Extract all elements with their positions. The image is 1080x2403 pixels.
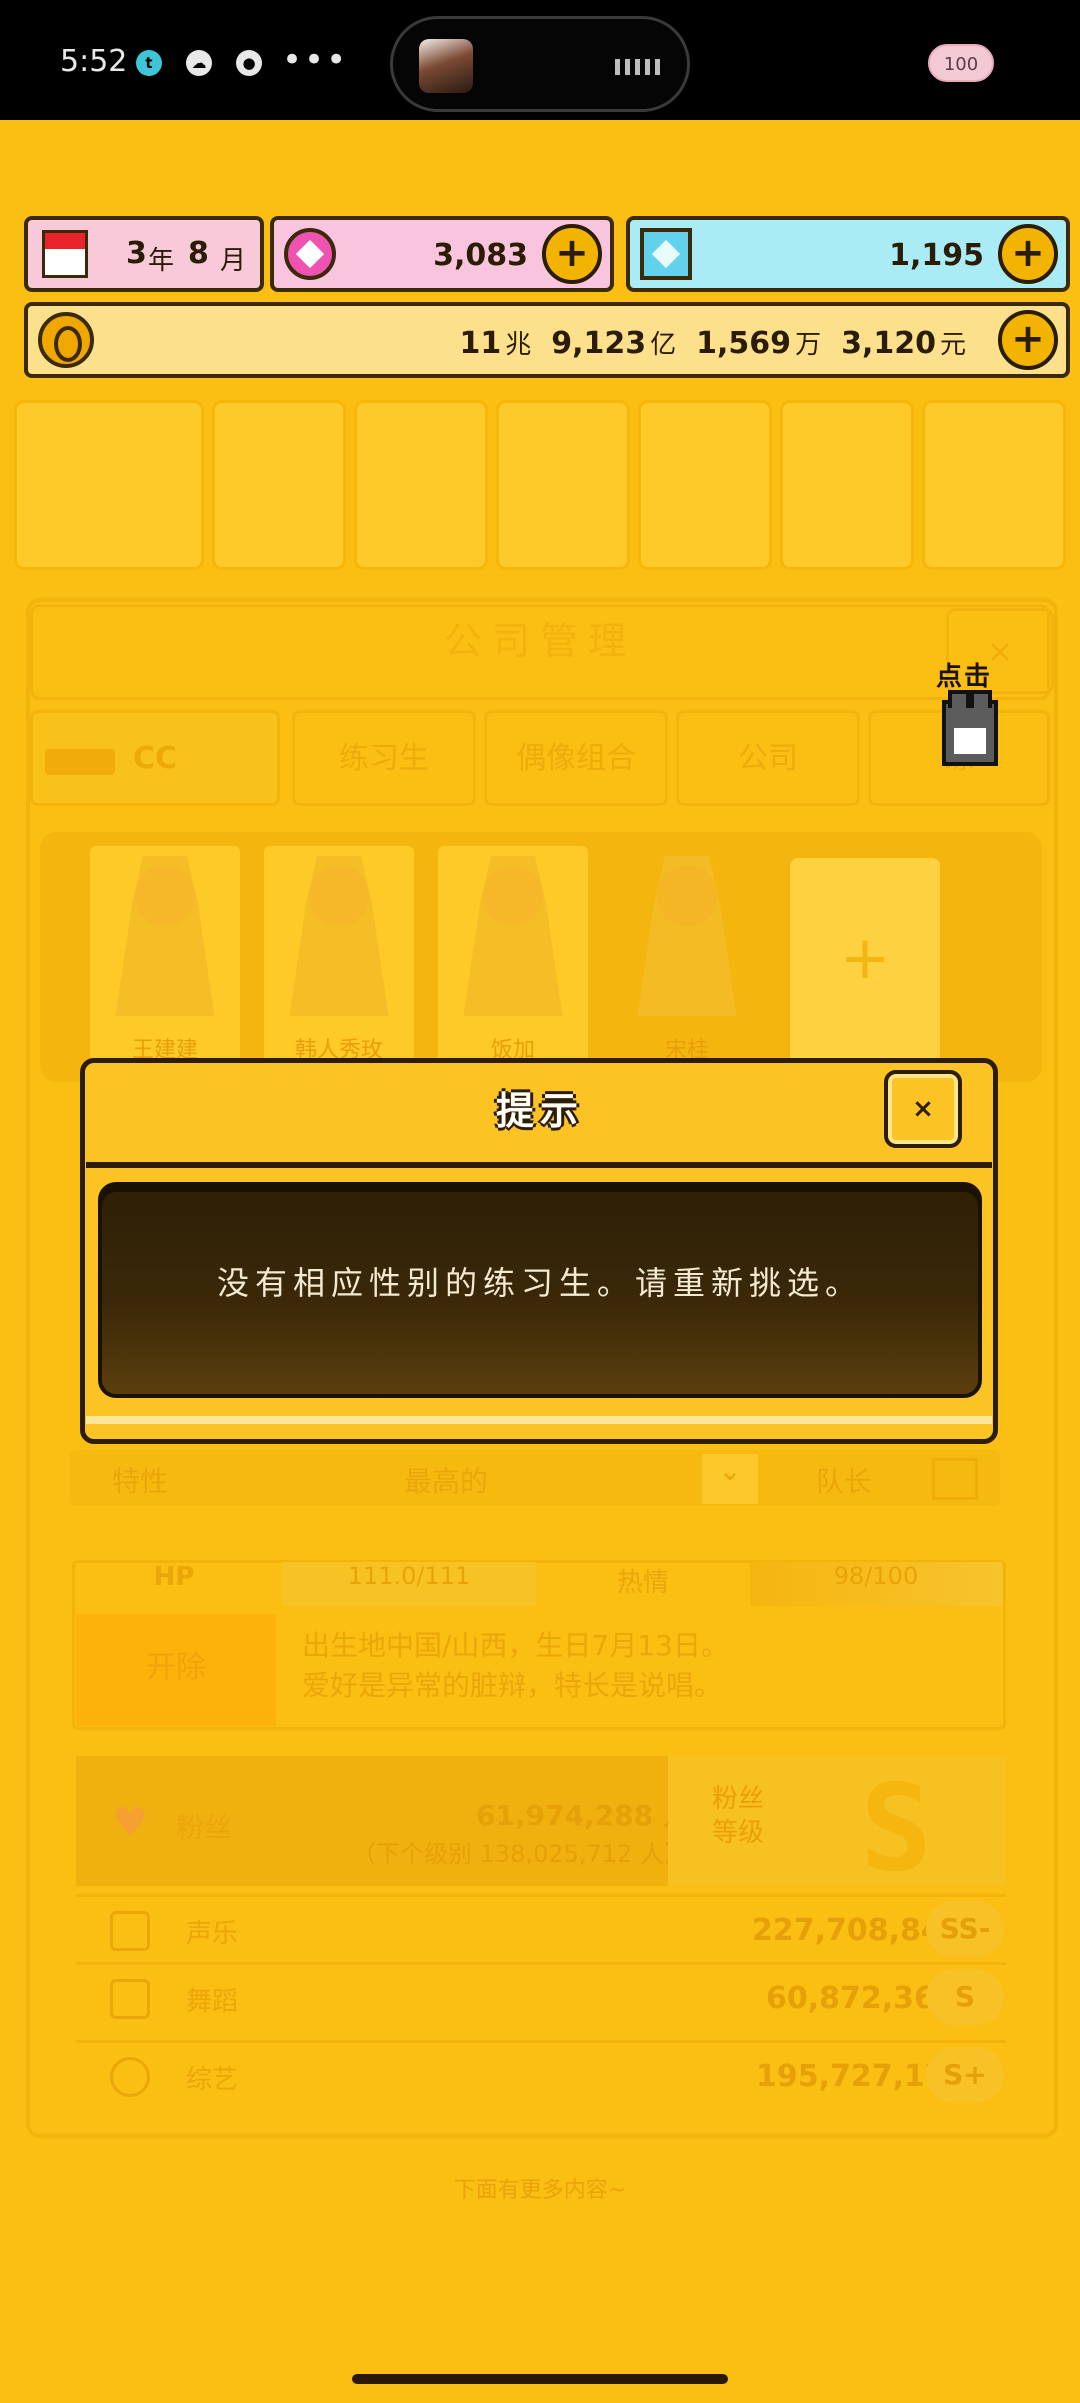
money-ten-thousand-unit: 万 xyxy=(795,330,822,360)
status-more-icon: ••• xyxy=(282,40,349,80)
menu-card xyxy=(212,400,346,570)
menu-card xyxy=(922,400,1066,570)
hp-value: 111.0/111 xyxy=(282,1562,536,1606)
date-year-unit: 年 xyxy=(148,246,175,276)
menu-card xyxy=(14,400,204,570)
skill-label: 声乐 xyxy=(186,1919,239,1949)
blue-diamond-icon xyxy=(640,228,692,280)
fans-value: 61,974,288 人 xyxy=(476,1799,691,1832)
dialog-close-button[interactable]: × xyxy=(884,1070,962,1148)
money-ones: 3,120 xyxy=(841,326,936,361)
fans-grade: S xyxy=(860,1760,933,1899)
add-diamond-button[interactable]: + xyxy=(998,224,1058,284)
money-trillion-unit: 兆 xyxy=(505,330,532,360)
skill-row: 综艺 195,727,179 S+ xyxy=(76,2040,1006,2108)
shoe-icon xyxy=(110,1979,150,2019)
tab-idol-groups: 偶像组合 xyxy=(484,710,668,806)
tab-company: 公司 xyxy=(676,710,860,806)
sort-value: 最高的 xyxy=(404,1465,489,1498)
cloud-icon: ☁ xyxy=(186,50,212,76)
skill-grade: S xyxy=(926,1969,1004,2025)
add-character-slot: + xyxy=(790,858,940,1068)
home-indicator[interactable] xyxy=(352,2374,728,2384)
character-slot: 宋桂 xyxy=(612,846,762,1066)
skill-label: 综艺 xyxy=(186,2065,239,2095)
gem-counter: 3,083 + xyxy=(270,216,614,292)
add-gem-button[interactable]: + xyxy=(542,224,602,284)
tab-bar: CC 练习生 偶像组合 公司 练 xyxy=(30,710,1050,810)
money-hundred-million-unit: 亿 xyxy=(650,330,677,360)
dynamic-island[interactable] xyxy=(390,16,690,112)
character-sprite xyxy=(289,856,389,1016)
hp-label: HP xyxy=(153,1562,195,1592)
status-time: 5:52 xyxy=(60,44,128,79)
menu-card xyxy=(496,400,630,570)
chevron-down-icon: ⌄ xyxy=(702,1454,758,1504)
music-cover-avatar xyxy=(419,39,473,93)
bio-line: 出生地中国/山西，生日7月13日。 xyxy=(302,1629,729,1662)
leader-checkbox xyxy=(932,1458,978,1500)
status-bar: 5:52 t ☁ ● ••• 100 xyxy=(0,0,1080,120)
menu-card xyxy=(354,400,488,570)
chat-icon: ● xyxy=(236,50,262,76)
date-month-unit: 月 xyxy=(220,246,247,276)
smile-icon xyxy=(110,2057,150,2097)
pink-gem-icon xyxy=(284,228,336,280)
cat-tap-label[interactable]: 点击 xyxy=(936,656,992,693)
coin-icon xyxy=(38,312,94,368)
date-month: 8 xyxy=(188,236,209,271)
heart-icon: ♥ xyxy=(112,1800,148,1846)
money-ones-unit: 元 xyxy=(939,330,966,360)
money-value: 11 兆 9,123 亿 1,569 万 3,120 元 xyxy=(459,324,966,361)
dialog-header-divider xyxy=(86,1162,992,1168)
cat-icon[interactable] xyxy=(942,690,998,766)
more-content-hint: 下面有更多内容~ xyxy=(453,2178,627,2203)
app-notification-icon: t xyxy=(136,50,162,76)
calendar-icon xyxy=(42,230,88,278)
fans-next-level: （下个级别 138,025,712 人） xyxy=(352,1840,688,1868)
character-sprite xyxy=(115,856,215,1016)
money-counter: 11 兆 9,123 亿 1,569 万 3,120 元 + xyxy=(24,302,1070,378)
cat-face xyxy=(954,728,986,754)
skill-grade: S+ xyxy=(926,2047,1004,2103)
tab-cc-icon xyxy=(45,749,115,775)
money-ten-thousand: 1,569 xyxy=(696,326,792,361)
panel-title: 公司管理 xyxy=(443,619,636,663)
skill-row: 舞蹈 60,872,368 S xyxy=(76,1962,1006,2030)
audio-bars-icon xyxy=(615,59,663,75)
battery-indicator: 100 xyxy=(928,44,994,82)
character-slot: 韩人秀玫 xyxy=(264,846,414,1066)
sort-label: 特性 xyxy=(112,1465,169,1498)
diamond-counter: 1,195 + xyxy=(626,216,1070,292)
skill-row: 声乐 227,708,843 SS- xyxy=(76,1894,1006,1962)
bio-line: 爱好是异常的脏辩，特长是说唱。 xyxy=(302,1669,723,1702)
dialog-message: 没有相应性别的练习生。请重新挑选。 xyxy=(216,1264,863,1302)
menu-card xyxy=(638,400,772,570)
diamond-value: 1,195 xyxy=(889,238,984,273)
fans-label: 粉丝 xyxy=(176,1811,233,1844)
menu-card xyxy=(780,400,914,570)
character-sprite xyxy=(637,856,737,1016)
gem-value: 3,083 xyxy=(433,238,528,273)
character-sprite xyxy=(463,856,563,1016)
money-trillion: 11 xyxy=(459,326,502,361)
money-hundred-million: 9,123 xyxy=(551,326,647,361)
dismiss-button: 开除 xyxy=(76,1614,276,1726)
character-bio: 出生地中国/山西，生日7月13日。 爱好是异常的脏辩，特长是说唱。 xyxy=(302,1626,729,1706)
character-slot: 王建建 xyxy=(90,846,240,1066)
passion-label: 热情 xyxy=(616,1568,669,1598)
tab-trainees: 练习生 xyxy=(292,710,476,806)
fans-grade-label: 粉丝 等级 xyxy=(712,1784,765,1848)
character-slot: 饭加 xyxy=(438,846,588,1066)
passion-value: 98/100 xyxy=(750,1562,1002,1606)
date-display: 3 年 8 月 xyxy=(24,216,264,292)
date-year: 3 xyxy=(126,236,147,271)
skill-grade: SS- xyxy=(926,1901,1004,1957)
microphone-icon xyxy=(110,1911,150,1951)
dialog-bottom-highlight xyxy=(86,1416,992,1424)
add-money-button[interactable]: + xyxy=(998,310,1058,370)
skill-label: 舞蹈 xyxy=(186,1987,239,2017)
tab-cc: CC xyxy=(30,710,280,806)
leader-label: 队长 xyxy=(816,1465,873,1498)
